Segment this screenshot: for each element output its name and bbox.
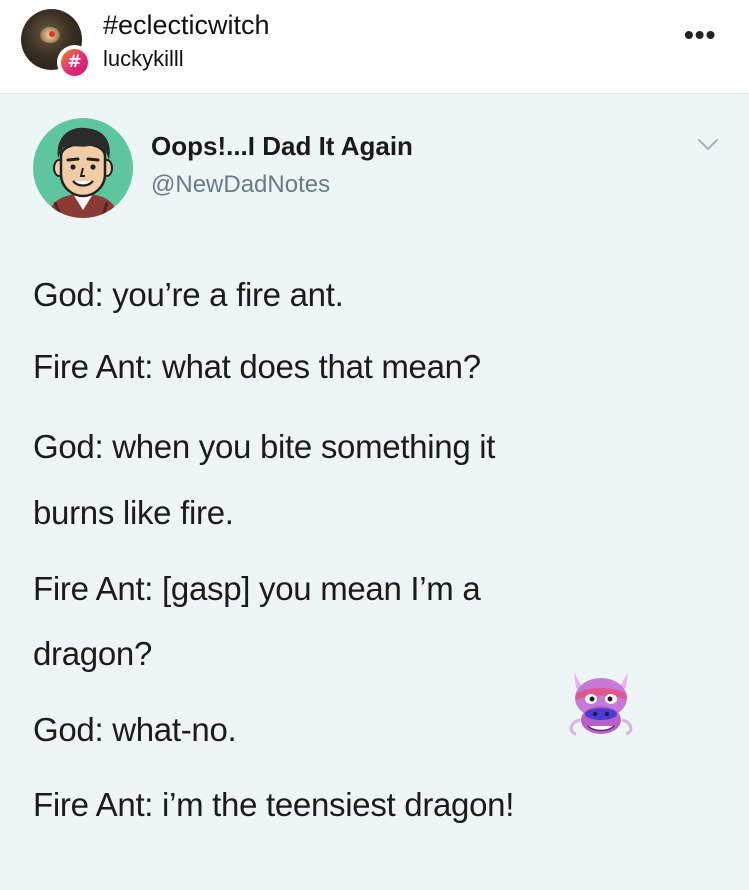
tweet-text-line: dragon? (33, 635, 153, 672)
avatar-accent (49, 31, 55, 37)
tweet-text-line: God: when you bite something it (33, 428, 496, 465)
dragon-face-icon (569, 672, 633, 736)
instagram-post: # #eclecticwitch luckykilll ••• Oops!...… (0, 0, 749, 890)
tweet-text-line: God: what-no. (33, 711, 237, 748)
tweet-avatar[interactable] (33, 118, 133, 218)
tweet-text-line: Fire Ant: [gasp] you mean I’m a (33, 570, 481, 607)
chevron-down-icon[interactable] (697, 138, 719, 152)
hashtag-icon: # (61, 49, 88, 76)
tweet-text-line: burns like fire. (33, 494, 234, 531)
username-link[interactable]: luckykilll (103, 46, 184, 72)
hashtag-badge: # (57, 45, 92, 80)
tweet-handle[interactable]: @NewDadNotes (151, 171, 330, 199)
tweet-display-name[interactable]: Oops!...I Dad It Again (151, 131, 413, 162)
tweet-text-line: Fire Ant: what does that mean? (33, 348, 481, 385)
tweet-text-line: God: you’re a fire ant. (33, 276, 344, 313)
tweet-text-line: Fire Ant: i’m the teensiest dragon! (33, 786, 515, 823)
tweet-card: Oops!...I Dad It Again @NewDadNotes God:… (0, 94, 749, 890)
cartoon-dad-icon (47, 127, 119, 218)
post-header: # #eclecticwitch luckykilll ••• (0, 0, 749, 94)
more-options-button[interactable]: ••• (684, 21, 724, 50)
hashtag-title[interactable]: #eclecticwitch (103, 10, 270, 41)
